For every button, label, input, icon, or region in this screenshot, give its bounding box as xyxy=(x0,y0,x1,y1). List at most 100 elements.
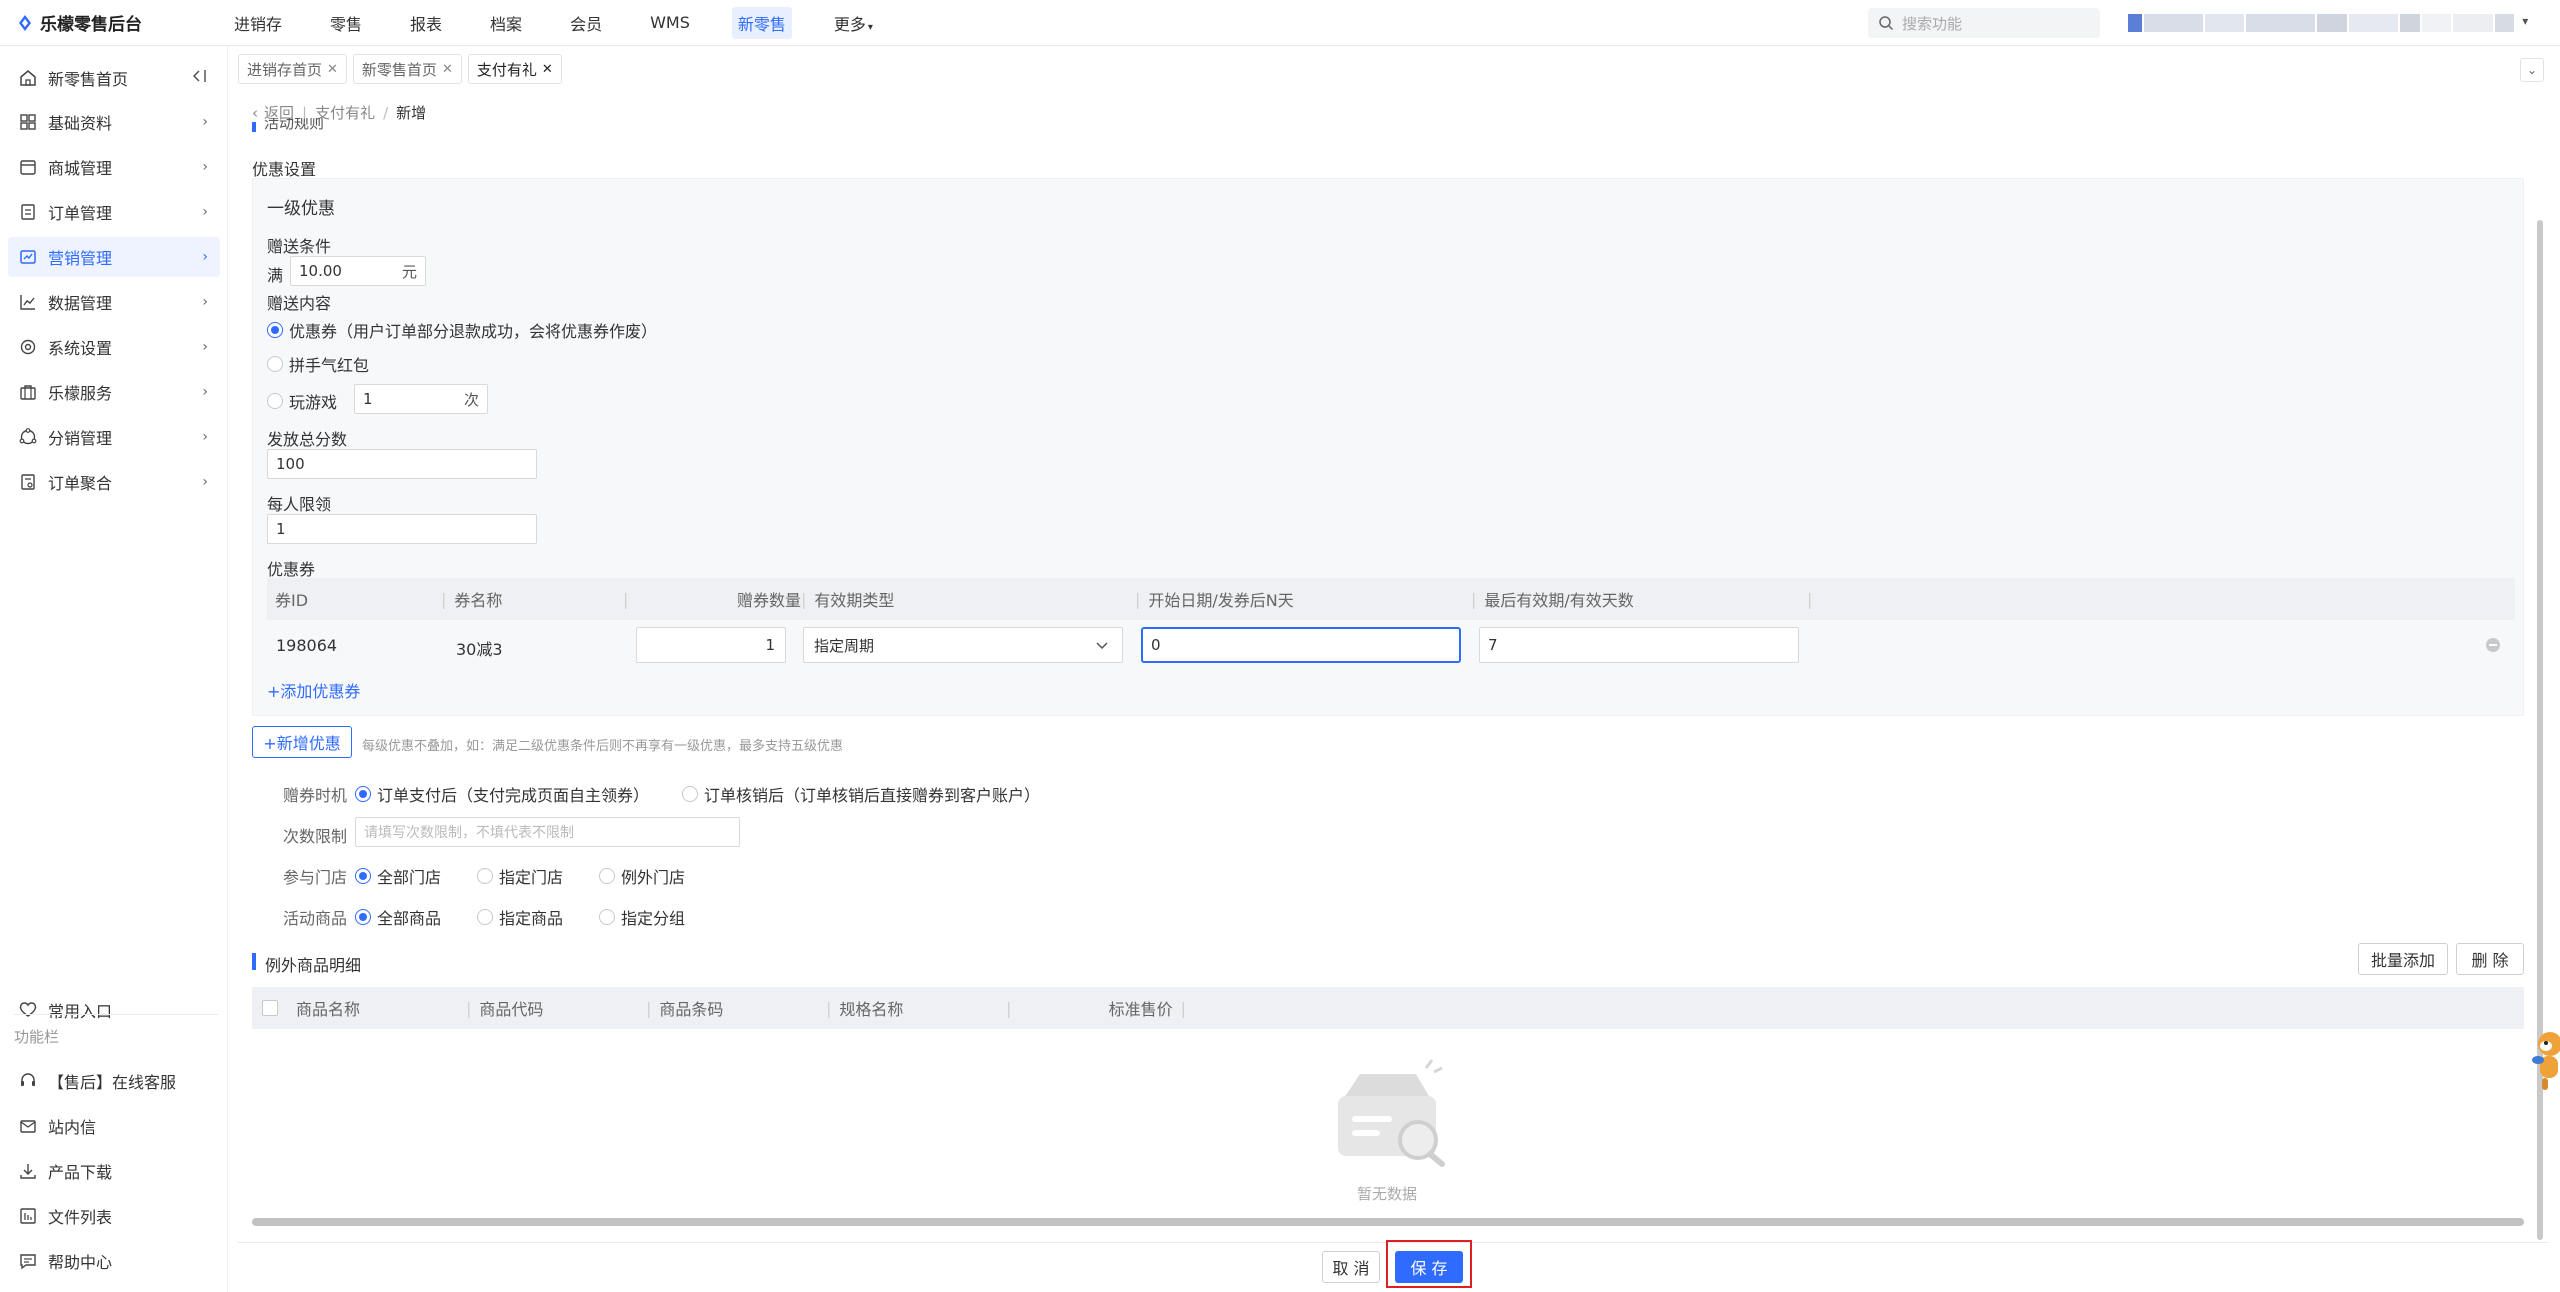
sidebar-item-order-management[interactable]: 订单管理 › xyxy=(8,192,220,232)
sidebar-func-online-service[interactable]: 【售后】在线客服 xyxy=(8,1061,220,1101)
radio-unchecked[interactable] xyxy=(267,356,283,372)
radio-unchecked[interactable] xyxy=(599,868,615,884)
sidebar-item-label: 营销管理 xyxy=(48,249,113,268)
sidebar-item-order-aggregation[interactable]: 订单聚合 › xyxy=(8,462,220,502)
breadcrumb-parent[interactable]: 支付有礼 xyxy=(315,102,375,123)
radio-unchecked[interactable] xyxy=(267,393,283,409)
tab-inventory-home[interactable]: 进销存首页 ✕ xyxy=(238,54,347,84)
search-icon xyxy=(1879,16,1894,31)
tabs-dropdown-chevron-icon[interactable]: ⌄ xyxy=(2520,58,2544,82)
start-date-input[interactable]: 0 xyxy=(1141,627,1461,663)
search-placeholder: 搜索功能 xyxy=(1902,14,1963,33)
remove-row-icon[interactable] xyxy=(2486,638,2500,652)
tab-payment-gift[interactable]: 支付有礼 ✕ xyxy=(467,54,562,84)
goods-option-all[interactable]: 全部商品 xyxy=(355,905,441,929)
radio-checked[interactable] xyxy=(267,322,283,338)
topnav-item-reports[interactable]: 报表 xyxy=(404,7,448,39)
radio-unchecked[interactable] xyxy=(477,868,493,884)
app-logo[interactable]: 乐檬零售后台 xyxy=(0,10,228,35)
end-date-value: 7 xyxy=(1488,636,1498,654)
sidebar-item-label: 新零售首页 xyxy=(48,70,129,89)
sidebar-item-marketing-management[interactable]: 营销管理 › xyxy=(8,237,220,277)
coupon-qty-input[interactable]: 1 xyxy=(636,627,786,663)
sidebar-item-distribution-management[interactable]: 分销管理 › xyxy=(8,417,220,457)
store-option-all[interactable]: 全部门店 xyxy=(355,864,441,888)
sidebar-func-product-download[interactable]: 产品下载 xyxy=(8,1151,220,1191)
sidebar-item-system-settings[interactable]: 系统设置 › xyxy=(8,327,220,367)
function-search-input[interactable]: 搜索功能 xyxy=(1868,8,2100,38)
game-times-unit: 次 xyxy=(463,390,479,409)
collapse-sidebar-icon[interactable] xyxy=(192,69,208,87)
topnav-item-retail[interactable]: 零售 xyxy=(324,7,368,39)
exception-goods-title: 例外商品明细 xyxy=(265,956,362,975)
chevron-right-icon: › xyxy=(202,339,208,355)
close-icon[interactable]: ✕ xyxy=(542,62,553,77)
store-option-specified[interactable]: 指定门店 xyxy=(477,864,563,888)
tab-new-retail-home[interactable]: 新零售首页 ✕ xyxy=(352,54,462,84)
goods-option-group[interactable]: 指定分组 xyxy=(599,905,685,929)
store-option-label: 指定门店 xyxy=(499,868,564,887)
total-portions-input[interactable]: 100 xyxy=(267,449,537,479)
batch-add-button[interactable]: 批量添加 xyxy=(2358,943,2448,975)
store-icon xyxy=(18,157,38,177)
store-option-exception[interactable]: 例外门店 xyxy=(599,864,685,888)
user-info-blurred[interactable]: ▾ xyxy=(2128,14,2540,32)
topnav-item-inventory[interactable]: 进销存 xyxy=(228,7,288,39)
game-times-input[interactable]: 1 次 xyxy=(354,384,488,414)
add-coupon-link[interactable]: +添加优惠券 xyxy=(267,678,360,702)
goods-option-label: 指定商品 xyxy=(499,909,564,928)
delete-button[interactable]: 删 除 xyxy=(2456,943,2524,975)
sidebar-item-basic-data[interactable]: 基础资料 › xyxy=(8,102,220,142)
radio-unchecked[interactable] xyxy=(682,786,698,802)
sidebar-common-entry[interactable]: 常用入口 xyxy=(8,990,220,1030)
add-discount-button[interactable]: +新增优惠 xyxy=(252,726,352,758)
topnav-item-new-retail[interactable]: 新零售 xyxy=(731,6,792,39)
full-amount-input[interactable]: 10.00 元 xyxy=(290,256,426,286)
radio-checked[interactable] xyxy=(355,909,371,925)
validity-type-select[interactable]: 指定周期 xyxy=(803,627,1123,663)
close-icon[interactable]: ✕ xyxy=(327,62,338,77)
goods-option-specified[interactable]: 指定商品 xyxy=(477,905,563,929)
back-chevron-icon[interactable]: ‹ xyxy=(252,104,258,122)
topnav-item-archives[interactable]: 档案 xyxy=(484,7,528,39)
store-option-label: 例外门店 xyxy=(621,868,686,887)
cancel-button[interactable]: 取 消 xyxy=(1322,1251,1380,1283)
game-times-value: 1 xyxy=(363,390,373,408)
sidebar-item-mall-management[interactable]: 商城管理 › xyxy=(8,147,220,187)
radio-unchecked[interactable] xyxy=(599,909,615,925)
content-option-game[interactable]: 玩游戏 xyxy=(267,389,337,413)
sidebar-item-label: 数据管理 xyxy=(48,294,113,313)
coupon-col-start: | 开始日期/发券后N天 xyxy=(1135,578,1294,620)
add-discount-hint: 每级优惠不叠加，如：满足二级优惠条件后则不再享有一级优惠，最多支持五级优惠 xyxy=(362,739,844,754)
times-limit-input[interactable]: 请填写次数限制，不填代表不限制 xyxy=(355,817,740,847)
end-date-input[interactable]: 7 xyxy=(1479,627,1799,663)
content-option-coupon[interactable]: 优惠券（用户订单部分退款成功，会将优惠券作废） xyxy=(267,318,657,342)
sidebar-item-data-management[interactable]: 数据管理 › xyxy=(8,282,220,322)
topnav-item-more[interactable]: 更多 ▾ xyxy=(828,7,879,39)
gift-timing-after-payment[interactable]: 订单支付后（支付完成页面自主领券） xyxy=(355,782,649,806)
content-option-red-packet[interactable]: 拼手气红包 xyxy=(267,352,369,376)
gift-timing-after-verification[interactable]: 订单核销后（订单核销后直接赠券到客户账户） xyxy=(682,782,1040,806)
sidebar-item-lemeng-service[interactable]: 乐檬服务 › xyxy=(8,372,220,412)
sidebar-func-messages[interactable]: 站内信 xyxy=(8,1106,220,1146)
gift-timing-label: 赠券时机 xyxy=(283,786,348,805)
radio-checked[interactable] xyxy=(355,786,371,802)
sidebar-item-label: 系统设置 xyxy=(48,339,113,358)
order-icon xyxy=(18,202,38,222)
topnav-item-members[interactable]: 会员 xyxy=(564,7,608,39)
per-person-input[interactable]: 1 xyxy=(267,514,537,544)
radio-checked[interactable] xyxy=(355,868,371,884)
sidebar-item-label: 商城管理 xyxy=(48,159,113,178)
select-all-checkbox[interactable] xyxy=(262,1000,278,1016)
close-icon[interactable]: ✕ xyxy=(442,62,453,77)
horizontal-scrollbar[interactable] xyxy=(252,1218,2524,1226)
app-title: 乐檬零售后台 xyxy=(40,15,142,35)
store-option-label: 全部门店 xyxy=(377,868,442,887)
sidebar-func-help-center[interactable]: 帮助中心 xyxy=(8,1241,220,1281)
sidebar-func-file-list[interactable]: 文件列表 xyxy=(8,1196,220,1236)
mascot-icon[interactable] xyxy=(2532,1024,2560,1096)
sidebar-item-new-retail-home[interactable]: 新零售首页 xyxy=(8,58,220,98)
radio-unchecked[interactable] xyxy=(477,909,493,925)
page-tabs: 进销存首页 ✕ 新零售首页 ✕ 支付有礼 ✕ xyxy=(238,54,568,84)
topnav-item-wms[interactable]: WMS xyxy=(644,9,696,36)
